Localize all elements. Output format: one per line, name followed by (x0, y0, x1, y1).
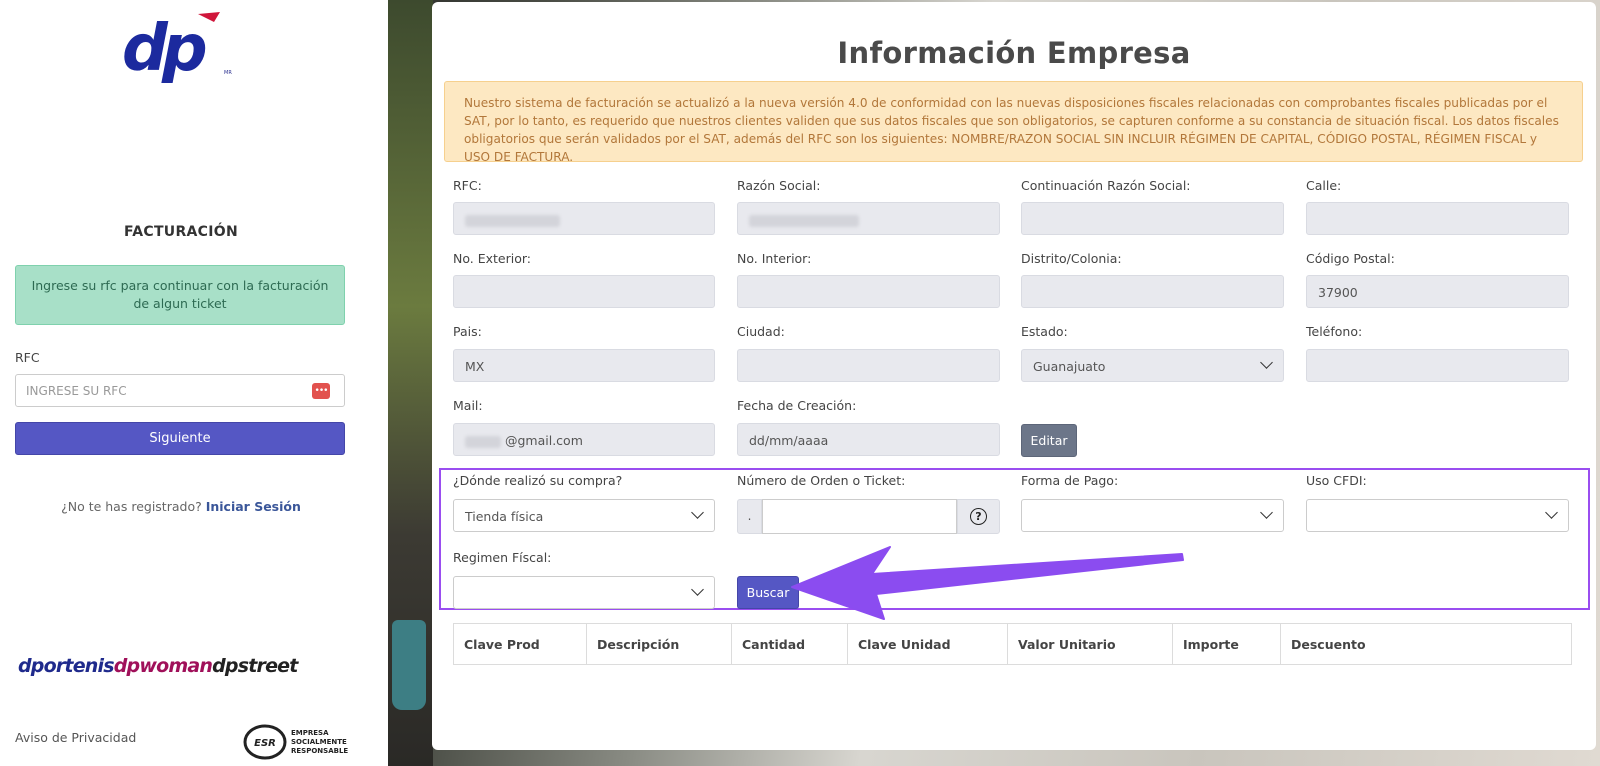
mail-suffix: @gmail.com (504, 433, 583, 448)
section-title: FACTURACIÓN (123, 224, 238, 240)
continuacion-field[interactable] (1021, 202, 1284, 235)
no-exterior-field[interactable] (453, 275, 715, 308)
pais-field[interactable]: MX (453, 349, 715, 382)
esr-line-3: RESPONSABLE (291, 747, 348, 755)
distrito-label: Distrito/Colonia: (1021, 251, 1122, 266)
rfc-field-label: RFC: (453, 178, 482, 193)
uso-cfdi-select[interactable] (1306, 499, 1569, 532)
esr-badge-text: ESR (254, 738, 276, 749)
codigo-postal-label: Código Postal: (1306, 251, 1395, 266)
col-cantidad: Cantidad (731, 623, 848, 665)
esr-badge: ESR EMPRESA SOCIALMENTE RESPONSABLE (243, 724, 348, 760)
telefono-field[interactable] (1306, 349, 1569, 382)
col-valor-unitario: Valor Unitario (1007, 623, 1173, 665)
razon-social-field[interactable] (737, 202, 1000, 235)
col-descripcion: Descripción (586, 623, 732, 665)
rfc-placeholder: INGRESE SU RFC (26, 384, 127, 398)
mail-label: Mail: (453, 398, 483, 413)
ciudad-label: Ciudad: (737, 324, 785, 339)
estado-label: Estado: (1021, 324, 1068, 339)
numero-orden-label: Número de Orden o Ticket: (737, 473, 906, 488)
ticket-prefix: . (737, 499, 762, 534)
register-text: ¿No te has registrado? (61, 499, 202, 514)
left-panel: dp MR FACTURACIÓN Ingrese su rfc para co… (0, 0, 388, 766)
distrito-field[interactable] (1021, 275, 1284, 308)
estado-select[interactable]: Guanajuato (1021, 349, 1284, 382)
svg-text:dp: dp (122, 12, 206, 83)
brand-dportenis: dportenis (18, 655, 115, 677)
company-info-card: Información Empresa Nuestro sistema de f… (432, 2, 1596, 750)
ciudad-field[interactable] (737, 349, 1000, 382)
dp-logo: dp (122, 12, 220, 83)
brand-dpwoman: dpwoman (113, 655, 213, 677)
telefono-label: Teléfono: (1306, 324, 1363, 339)
razon-social-label: Razón Social: (737, 178, 821, 193)
esr-line-2: SOCIALMENTE (291, 738, 347, 746)
annotation-arrow-icon (791, 546, 1184, 620)
chevron-down-icon (1545, 506, 1558, 519)
fecha-field[interactable]: dd/mm/aaaa (737, 423, 1000, 456)
fecha-label: Fecha de Creación: (737, 398, 857, 413)
codigo-postal-field[interactable]: 37900 (1306, 275, 1569, 308)
page-title: Información Empresa (837, 36, 1191, 70)
regimen-select[interactable] (453, 576, 715, 609)
info-alert: Ingrese su rfc para continuar con la fac… (15, 265, 345, 325)
estado-value: Guanajuato (1033, 359, 1106, 374)
continuacion-label: Continuación Razón Social: (1021, 178, 1191, 193)
no-exterior-label: No. Exterior: (453, 251, 532, 266)
mail-field[interactable]: @gmail.com (453, 423, 715, 456)
chevron-down-icon (691, 583, 704, 596)
forma-pago-label: Forma de Pago: (1021, 473, 1119, 488)
regimen-label: Regimen Físcal: (453, 550, 552, 565)
redacted-value (465, 214, 560, 227)
calle-field[interactable] (1306, 202, 1569, 235)
table-header-row: Clave Prod Descripción Cantidad Clave Un… (453, 623, 1572, 665)
items-table: Clave Prod Descripción Cantidad Clave Un… (453, 623, 1572, 665)
register-prompt: ¿No te has registrado? Iniciar Sesión (0, 499, 362, 514)
esr-line-1: EMPRESA (291, 729, 329, 737)
rfc-label: RFC (15, 350, 40, 365)
brand-dpstreet: dpstreet (212, 655, 298, 677)
chevron-down-icon (1260, 356, 1273, 369)
col-importe: Importe (1172, 623, 1281, 665)
logo-mark: MR (224, 70, 232, 76)
no-interior-label: No. Interior: (737, 251, 812, 266)
donde-label: ¿Dónde realizó su compra? (453, 473, 623, 488)
col-clave-unidad: Clave Unidad (847, 623, 1008, 665)
pais-label: Pais: (453, 324, 482, 339)
redacted-value (749, 214, 859, 227)
redacted-value (465, 435, 501, 448)
login-link[interactable]: Iniciar Sesión (206, 499, 301, 514)
warning-alert: Nuestro sistema de facturación se actual… (444, 81, 1583, 164)
ticket-input[interactable] (762, 499, 957, 534)
uso-cfdi-label: Uso CFDI: (1306, 473, 1367, 488)
forma-pago-select[interactable] (1021, 499, 1284, 532)
chevron-down-icon (691, 506, 704, 519)
next-button[interactable]: Siguiente (15, 422, 345, 455)
help-icon: ? (970, 508, 987, 525)
calle-label: Calle: (1306, 178, 1342, 193)
donde-value: Tienda física (465, 509, 544, 524)
rfc-input[interactable]: INGRESE SU RFC ••• (15, 374, 345, 407)
ticket-help-button[interactable]: ? (957, 499, 1000, 534)
brand-logos: dportenisdpwomandpstreet (18, 655, 348, 681)
privacy-link[interactable]: Aviso de Privacidad (15, 730, 136, 745)
donde-select[interactable]: Tienda física (453, 499, 715, 532)
mug-decoration (392, 620, 426, 710)
rfc-field[interactable] (453, 202, 715, 235)
chevron-down-icon (1260, 506, 1273, 519)
no-interior-field[interactable] (737, 275, 1000, 308)
password-manager-icon[interactable]: ••• (312, 383, 330, 399)
col-clave-prod: Clave Prod (453, 623, 587, 665)
edit-button[interactable]: Editar (1021, 424, 1077, 457)
col-descuento: Descuento (1280, 623, 1572, 665)
